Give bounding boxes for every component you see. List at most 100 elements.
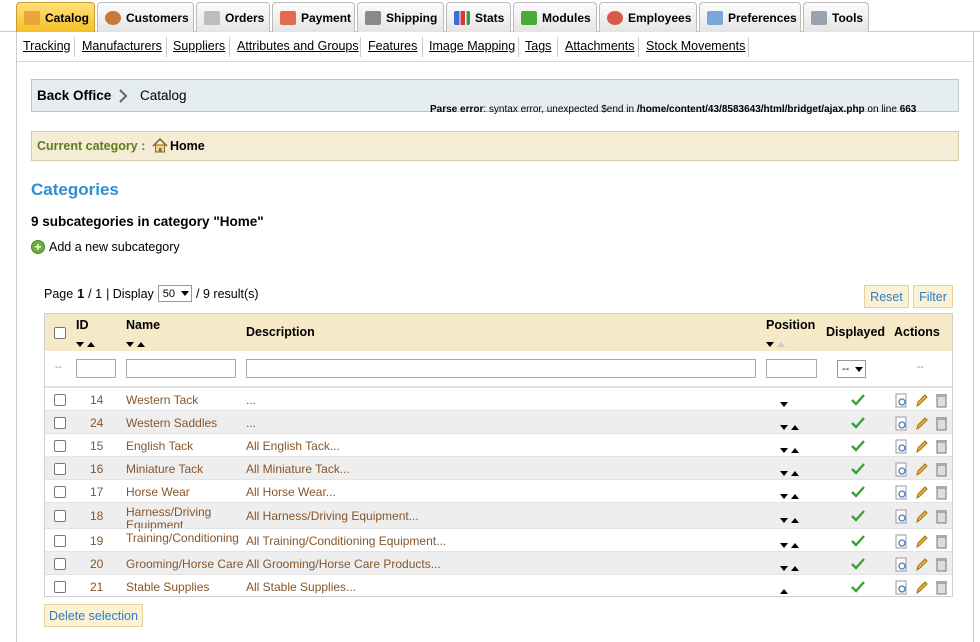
move-up-icon[interactable] <box>791 494 800 499</box>
reset-button[interactable]: Reset <box>864 285 909 308</box>
delete-icon[interactable] <box>935 485 948 500</box>
delete-icon[interactable] <box>935 416 948 431</box>
sort-asc-icon[interactable] <box>777 342 786 347</box>
filter-id-input[interactable] <box>76 359 116 378</box>
filter-button[interactable]: Filter <box>913 285 953 308</box>
move-down-icon[interactable] <box>780 566 788 571</box>
table-row[interactable]: 16 Miniature Tack All Miniature Tack... <box>45 456 952 479</box>
row-name[interactable]: Training/Conditioning <box>126 532 239 545</box>
move-down-icon[interactable] <box>780 402 788 407</box>
delete-icon[interactable] <box>935 439 948 454</box>
move-down-icon[interactable] <box>780 518 788 523</box>
subtab-stock-movements[interactable]: Stock Movements <box>646 39 745 53</box>
row-checkbox[interactable] <box>54 558 66 570</box>
subtab-tracking[interactable]: Tracking <box>23 39 70 53</box>
table-row[interactable]: 20 Grooming/Horse Care All Grooming/Horse … <box>45 551 952 574</box>
delete-icon[interactable] <box>935 462 948 477</box>
edit-icon[interactable] <box>915 557 928 572</box>
filter-description-input[interactable] <box>246 359 756 378</box>
table-row[interactable]: 17 Horse Wear All Horse Wear... <box>45 479 952 502</box>
table-row[interactable]: 18 Harness/Driving Equipment All Harness/D… <box>45 502 952 532</box>
row-checkbox[interactable] <box>54 535 66 547</box>
sort-asc-icon[interactable] <box>137 342 146 347</box>
subtab-suppliers[interactable]: Suppliers <box>173 39 225 53</box>
table-row[interactable]: 14 Western Tack... <box>45 387 952 410</box>
check-icon[interactable] <box>851 417 865 429</box>
row-name[interactable]: Western Tack <box>126 393 198 407</box>
row-name[interactable]: Western Saddles <box>126 416 217 430</box>
move-up-icon[interactable] <box>791 448 800 453</box>
subtab-features[interactable]: Features <box>368 39 417 53</box>
tab-preferences[interactable]: Preferences <box>699 2 801 32</box>
row-checkbox[interactable] <box>54 486 66 498</box>
move-up-icon[interactable] <box>791 566 800 571</box>
move-up-icon[interactable] <box>780 589 788 594</box>
tab-employees[interactable]: Employees <box>599 2 697 32</box>
row-checkbox[interactable] <box>54 417 66 429</box>
edit-icon[interactable] <box>915 416 928 431</box>
check-icon[interactable] <box>851 510 865 522</box>
move-up-icon[interactable] <box>791 425 800 430</box>
delete-selection-button[interactable]: Delete selection <box>44 604 143 627</box>
delete-icon[interactable] <box>935 534 948 549</box>
filter-position-input[interactable] <box>766 359 817 378</box>
move-up-icon[interactable] <box>791 518 800 523</box>
tab-orders[interactable]: Orders <box>196 2 270 32</box>
table-row[interactable]: 15 English Tack All English Tack... <box>45 433 952 456</box>
edit-icon[interactable] <box>915 485 928 500</box>
row-name[interactable]: Horse Wear <box>126 485 190 499</box>
subtab-attributes[interactable]: Attributes and Groups <box>237 39 359 53</box>
row-checkbox[interactable] <box>54 581 66 593</box>
edit-icon[interactable] <box>915 439 928 454</box>
tab-modules[interactable]: Modules <box>513 2 597 32</box>
delete-icon[interactable] <box>935 509 948 524</box>
subtab-attachments[interactable]: Attachments <box>565 39 634 53</box>
subtab-tags[interactable]: Tags <box>525 39 551 53</box>
delete-icon[interactable] <box>935 393 948 408</box>
view-icon[interactable] <box>895 439 908 454</box>
table-row[interactable]: 19 Training/Conditioning All Training/Cond… <box>45 528 952 551</box>
table-row[interactable]: 24 Western Saddles... <box>45 410 952 433</box>
check-icon[interactable] <box>851 394 865 406</box>
tab-shipping[interactable]: Shipping <box>357 2 444 32</box>
breadcrumb-back-office[interactable]: Back Office <box>37 88 111 103</box>
row-checkbox[interactable] <box>54 510 66 522</box>
filter-name-input[interactable] <box>126 359 236 378</box>
edit-icon[interactable] <box>915 509 928 524</box>
tab-customers[interactable]: Customers <box>97 2 194 32</box>
edit-icon[interactable] <box>915 393 928 408</box>
check-icon[interactable] <box>851 486 865 498</box>
row-checkbox[interactable] <box>54 463 66 475</box>
sort-desc-icon[interactable] <box>76 342 84 347</box>
view-icon[interactable] <box>895 509 908 524</box>
move-down-icon[interactable] <box>780 425 788 430</box>
delete-icon[interactable] <box>935 557 948 572</box>
subtab-manufacturers[interactable]: Manufacturers <box>82 39 162 53</box>
move-down-icon[interactable] <box>780 543 788 548</box>
view-icon[interactable] <box>895 534 908 549</box>
move-down-icon[interactable] <box>780 471 788 476</box>
view-icon[interactable] <box>895 485 908 500</box>
row-checkbox[interactable] <box>54 394 66 406</box>
check-icon[interactable] <box>851 535 865 547</box>
move-up-icon[interactable] <box>791 543 800 548</box>
check-icon[interactable] <box>851 581 865 593</box>
table-row[interactable]: 21 Stable Supplies All Stable Supplies... <box>45 574 952 597</box>
select-all-checkbox[interactable] <box>54 327 66 339</box>
per-page-select[interactable]: 50 <box>157 285 193 302</box>
view-icon[interactable] <box>895 393 908 408</box>
view-icon[interactable] <box>895 557 908 572</box>
row-name[interactable]: Miniature Tack <box>126 462 203 476</box>
row-name[interactable]: English Tack <box>126 439 193 453</box>
sort-desc-icon[interactable] <box>126 342 134 347</box>
tab-catalog[interactable]: Catalog <box>16 2 95 32</box>
edit-icon[interactable] <box>915 534 928 549</box>
edit-icon[interactable] <box>915 462 928 477</box>
delete-icon[interactable] <box>935 580 948 595</box>
sort-asc-icon[interactable] <box>87 342 96 347</box>
filter-displayed-select[interactable]: -- <box>837 360 867 378</box>
check-icon[interactable] <box>851 440 865 452</box>
move-up-icon[interactable] <box>791 471 800 476</box>
view-icon[interactable] <box>895 462 908 477</box>
view-icon[interactable] <box>895 580 908 595</box>
